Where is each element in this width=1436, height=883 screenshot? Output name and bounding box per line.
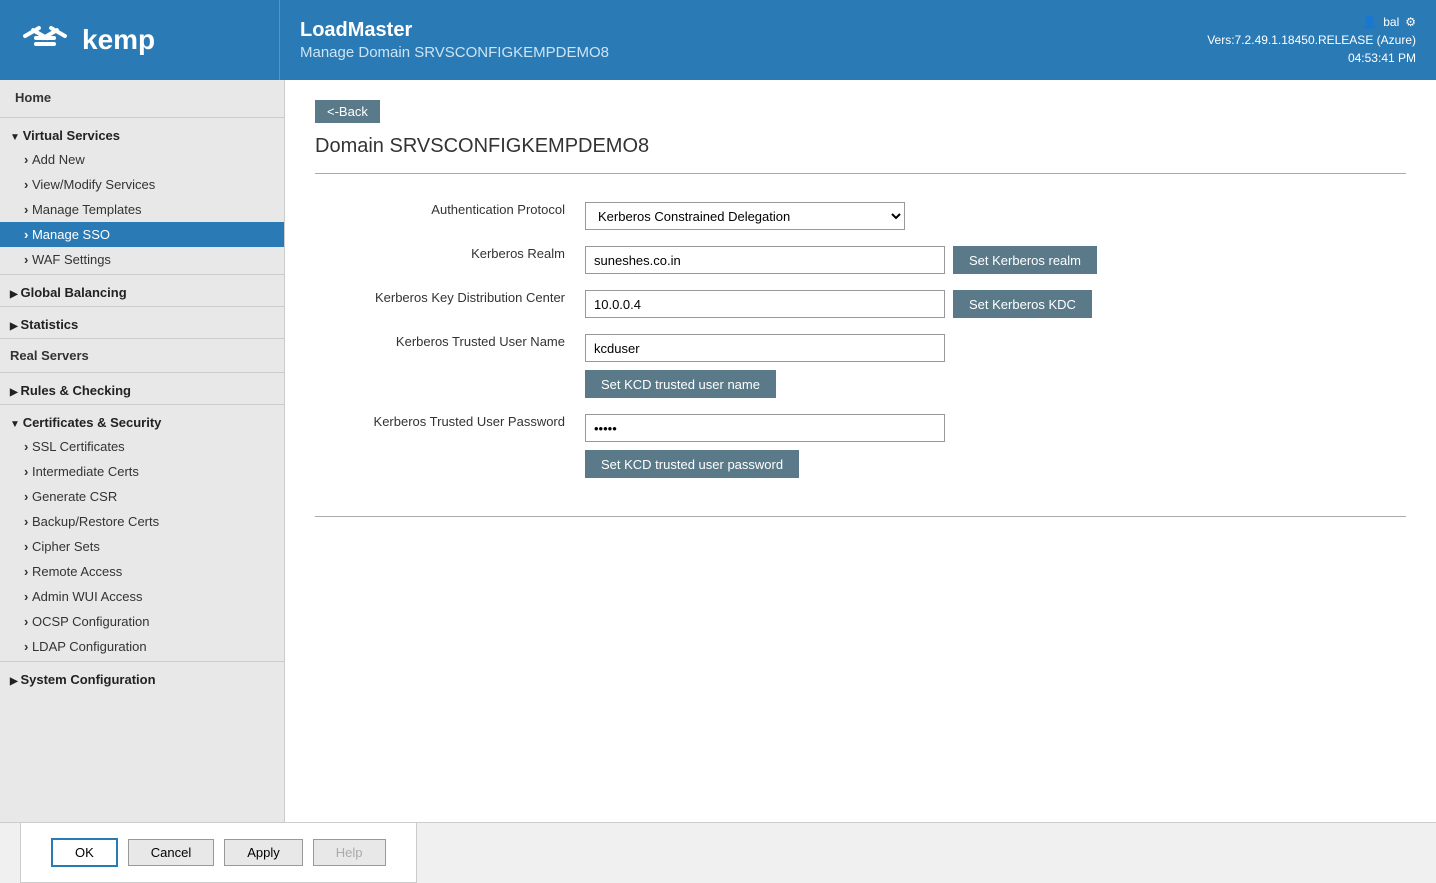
divider-2	[0, 274, 284, 275]
set-kerberos-kdc-button[interactable]: Set Kerberos KDC	[953, 290, 1092, 318]
kerberos-user-group: Set KCD trusted user name	[585, 334, 1396, 398]
sidebar-item-cipher-sets[interactable]: Cipher Sets	[0, 534, 284, 559]
header-right: 👤 bal ⚙ Vers:7.2.49.1.18450.RELEASE (Azu…	[1187, 0, 1436, 80]
auth-protocol-label: Authentication Protocol	[315, 194, 575, 238]
dialog-buttons: OK Cancel Apply Help	[20, 822, 417, 883]
kemp-logo-icon	[20, 20, 70, 60]
divider-3	[0, 306, 284, 307]
divider-7	[0, 661, 284, 662]
kerberos-realm-input[interactable]	[585, 246, 945, 274]
kerberos-pass-label: Kerberos Trusted User Password	[315, 406, 575, 486]
sidebar-section-virtual-services[interactable]: Virtual Services	[0, 120, 284, 147]
main-content: <-Back Domain SRVSCONFIGKEMPDEMO8 Authen…	[285, 80, 1436, 822]
bottom-bar: OK Cancel Apply Help	[0, 822, 1436, 882]
divider-1	[0, 117, 284, 118]
kemp-brand: kemp	[82, 24, 155, 56]
kerberos-user-row: Kerberos Trusted User Name Set KCD trust…	[315, 326, 1406, 406]
set-kcd-pass-button[interactable]: Set KCD trusted user password	[585, 450, 799, 478]
sidebar-item-ocsp[interactable]: OCSP Configuration	[0, 609, 284, 634]
kerberos-user-label: Kerberos Trusted User Name	[315, 326, 575, 406]
set-kerberos-realm-button[interactable]: Set Kerberos realm	[953, 246, 1097, 274]
sidebar-item-real-servers[interactable]: Real Servers	[0, 341, 284, 370]
sidebar-item-intermediate-certs[interactable]: Intermediate Certs	[0, 459, 284, 484]
help-button[interactable]: Help	[313, 839, 386, 866]
kerberos-kdc-row: Kerberos Key Distribution Center Set Ker…	[315, 282, 1406, 326]
sidebar-item-manage-sso[interactable]: Manage SSO	[0, 222, 284, 247]
auth-protocol-cell: Kerberos Constrained Delegation SAML NTL…	[575, 194, 1406, 238]
version-info: Vers:7.2.49.1.18450.RELEASE (Azure)	[1207, 33, 1416, 47]
ok-button[interactable]: OK	[51, 838, 118, 867]
sidebar: Home Virtual Services Add New View/Modif…	[0, 80, 285, 822]
kerberos-kdc-cell: Set Kerberos KDC	[575, 282, 1406, 326]
sidebar-item-add-new[interactable]: Add New	[0, 147, 284, 172]
sidebar-section-global-balancing[interactable]: Global Balancing	[0, 277, 284, 304]
kerberos-realm-group: Set Kerberos realm	[585, 246, 1396, 274]
settings-icon[interactable]: ⚙	[1405, 15, 1416, 29]
sidebar-item-backup-restore[interactable]: Backup/Restore Certs	[0, 509, 284, 534]
kerberos-realm-row: Kerberos Realm Set Kerberos realm	[315, 238, 1406, 282]
top-divider	[315, 173, 1406, 174]
app-title: LoadMaster	[300, 19, 1167, 42]
back-button[interactable]: <-Back	[315, 100, 380, 123]
kerberos-user-cell: Set KCD trusted user name	[575, 326, 1406, 406]
kerberos-kdc-label: Kerberos Key Distribution Center	[315, 282, 575, 326]
sidebar-item-waf-settings[interactable]: WAF Settings	[0, 247, 284, 272]
domain-title: Domain SRVSCONFIGKEMPDEMO8	[315, 135, 1406, 158]
sidebar-item-view-modify[interactable]: View/Modify Services	[0, 172, 284, 197]
logo-area: LoadMaster kemp	[0, 0, 280, 80]
user-info: 👤 bal ⚙	[1362, 15, 1416, 29]
kerberos-kdc-group: Set Kerberos KDC	[585, 290, 1396, 318]
cancel-button[interactable]: Cancel	[128, 839, 214, 866]
bottom-divider	[315, 516, 1406, 517]
content-area: <-Back Domain SRVSCONFIGKEMPDEMO8 Authen…	[285, 80, 1436, 822]
auth-protocol-select[interactable]: Kerberos Constrained Delegation SAML NTL…	[585, 202, 905, 230]
set-kcd-user-button[interactable]: Set KCD trusted user name	[585, 370, 776, 398]
kerberos-kdc-input[interactable]	[585, 290, 945, 318]
kerberos-realm-label: Kerberos Realm	[315, 238, 575, 282]
divider-4	[0, 338, 284, 339]
main-layout: Home Virtual Services Add New View/Modif…	[0, 80, 1436, 822]
header-main: LoadMaster Manage Domain SRVSCONFIGKEMPD…	[280, 0, 1187, 80]
header: LoadMaster kemp LoadMaster Manage Domain…	[0, 0, 1436, 80]
form-table: Authentication Protocol Kerberos Constra…	[315, 194, 1406, 486]
divider-6	[0, 404, 284, 405]
kerberos-realm-cell: Set Kerberos realm	[575, 238, 1406, 282]
auth-protocol-row: Authentication Protocol Kerberos Constra…	[315, 194, 1406, 238]
kerberos-pass-row: Kerberos Trusted User Password Set KCD t…	[315, 406, 1406, 486]
user-icon: 👤	[1362, 15, 1377, 29]
kerberos-pass-group: Set KCD trusted user password	[585, 414, 1396, 478]
sidebar-item-remote-access[interactable]: Remote Access	[0, 559, 284, 584]
sidebar-section-system-config[interactable]: System Configuration	[0, 664, 284, 691]
page-subtitle: Manage Domain SRVSCONFIGKEMPDEMO8	[300, 44, 1167, 61]
apply-button[interactable]: Apply	[224, 839, 303, 866]
sidebar-item-home[interactable]: Home	[0, 80, 284, 115]
sidebar-item-manage-templates[interactable]: Manage Templates	[0, 197, 284, 222]
sidebar-item-generate-csr[interactable]: Generate CSR	[0, 484, 284, 509]
sidebar-section-rules-checking[interactable]: Rules & Checking	[0, 375, 284, 402]
sidebar-item-ssl-certs[interactable]: SSL Certificates	[0, 434, 284, 459]
kerberos-pass-input[interactable]	[585, 414, 945, 442]
sidebar-section-statistics[interactable]: Statistics	[0, 309, 284, 336]
divider-5	[0, 372, 284, 373]
kerberos-user-input[interactable]	[585, 334, 945, 362]
clock: 04:53:41 PM	[1348, 51, 1416, 65]
username: bal	[1383, 15, 1399, 29]
sidebar-item-ldap[interactable]: LDAP Configuration	[0, 634, 284, 659]
sidebar-section-certificates[interactable]: Certificates & Security	[0, 407, 284, 434]
sidebar-item-admin-wui[interactable]: Admin WUI Access	[0, 584, 284, 609]
kerberos-pass-cell: Set KCD trusted user password	[575, 406, 1406, 486]
